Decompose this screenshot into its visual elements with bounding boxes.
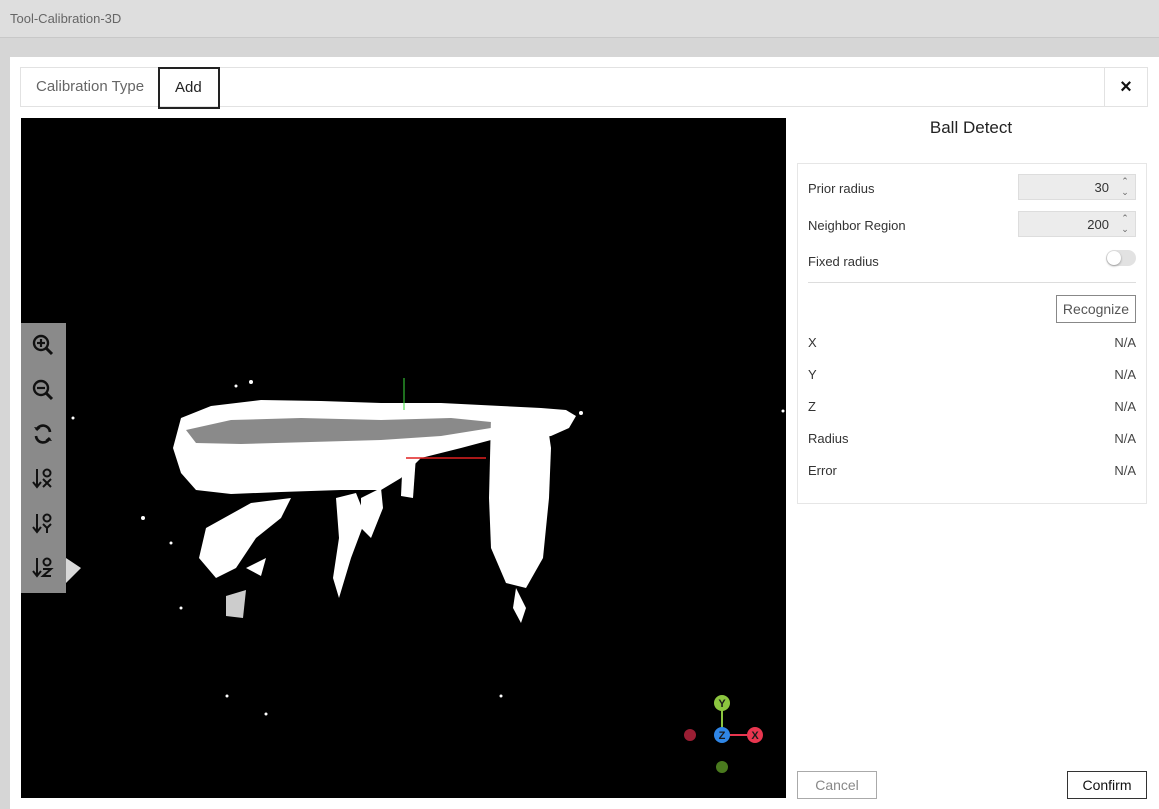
prior-radius-label: Prior radius	[808, 181, 875, 196]
x-axis-label: X	[751, 730, 759, 742]
z-axis-label: Z	[719, 730, 726, 742]
neighbor-region-stepper[interactable]: ⌃⌄	[1018, 211, 1136, 237]
tab-calibration-type[interactable]: Calibration Type	[21, 68, 159, 106]
result-value-y: N/A	[1114, 367, 1136, 382]
close-icon[interactable]: ×	[1104, 68, 1147, 106]
view-x-axis-icon[interactable]	[29, 464, 57, 492]
result-value-z: N/A	[1114, 399, 1136, 414]
negative-x-marker	[684, 729, 696, 741]
toggle-knob	[1107, 251, 1121, 265]
view-y-axis-icon[interactable]	[29, 509, 57, 537]
ball-detect-panel: Prior radius ⌃⌄ Neighbor Region ⌃⌄ Fixed…	[797, 163, 1147, 504]
result-label-z: Z	[808, 399, 816, 414]
window-titlebar: Tool-Calibration-3D	[0, 0, 1159, 38]
viewer-toolbar	[21, 323, 66, 593]
result-value-error: N/A	[1114, 463, 1136, 478]
calibration-dialog: Calibration Type Add × Y X Z Ball Detect…	[10, 57, 1159, 809]
zoom-out-icon[interactable]	[29, 376, 57, 404]
prior-radius-input[interactable]	[1019, 175, 1109, 199]
recognize-button[interactable]: Recognize	[1056, 295, 1136, 323]
negative-y-marker	[716, 761, 728, 773]
axis-gizmo[interactable]: Y X Z	[671, 688, 781, 778]
fixed-radius-label: Fixed radius	[808, 254, 879, 269]
neighbor-region-label: Neighbor Region	[808, 218, 906, 233]
window-title: Tool-Calibration-3D	[10, 11, 122, 26]
panel-divider	[808, 282, 1136, 283]
neighbor-region-input[interactable]	[1019, 212, 1109, 236]
result-value-x: N/A	[1114, 335, 1136, 350]
result-value-radius: N/A	[1114, 431, 1136, 446]
neighbor-region-spin-icon[interactable]: ⌃ ⌄	[1119, 213, 1131, 235]
view-z-axis-icon[interactable]	[29, 553, 57, 581]
tab-bar: Calibration Type Add ×	[20, 67, 1148, 109]
result-label-radius: Radius	[808, 431, 849, 446]
result-label-y: Y	[808, 367, 817, 382]
prior-radius-stepper[interactable]: ⌃⌄	[1018, 174, 1136, 200]
result-label-error: Error	[808, 463, 837, 478]
fixed-radius-toggle[interactable]	[1106, 250, 1136, 266]
point-cloud-viewer[interactable]: Y X Z	[21, 118, 786, 798]
cancel-button[interactable]: Cancel	[797, 771, 877, 799]
confirm-button[interactable]: Confirm	[1067, 771, 1147, 799]
zoom-in-icon[interactable]	[29, 331, 57, 359]
result-label-x: X	[808, 335, 817, 350]
y-axis-label: Y	[718, 698, 726, 710]
panel-title: Ball Detect	[929, 118, 1013, 137]
prior-radius-spin-icon[interactable]: ⌃ ⌄	[1119, 176, 1131, 198]
tab-add[interactable]: Add	[158, 67, 220, 109]
reset-view-icon[interactable]	[29, 420, 57, 448]
